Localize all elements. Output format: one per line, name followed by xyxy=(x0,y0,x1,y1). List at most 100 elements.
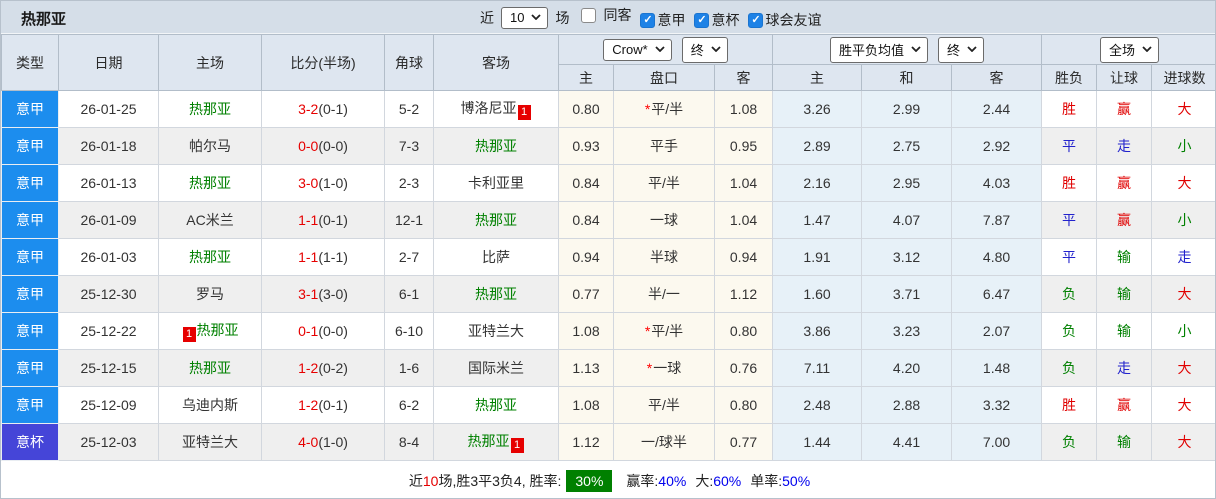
range-select-value: 10 xyxy=(510,10,524,25)
bookmaker-select[interactable]: Crow* xyxy=(603,39,671,61)
result-handicap: 输 xyxy=(1097,239,1152,276)
avg-draw: 3.12 xyxy=(862,239,952,276)
half-time-score: (0-0) xyxy=(318,323,348,339)
match-date: 25-12-09 xyxy=(59,387,159,424)
checked-checkbox-icon[interactable]: ✓ xyxy=(640,13,655,28)
table-row: 意甲 26-01-25 热那亚 3-2(0-1) 5-2 博洛尼亚1 0.80 … xyxy=(2,91,1216,128)
avg-type-select[interactable]: 胜平负均值 xyxy=(830,37,928,63)
result-group-header: 全场 xyxy=(1042,35,1216,65)
type-badge: 意甲 xyxy=(2,387,59,424)
corners: 12-1 xyxy=(385,202,434,239)
range-select[interactable]: 10 xyxy=(501,7,548,29)
handicap: 半球 xyxy=(614,239,715,276)
result-winloss: 胜 xyxy=(1042,387,1097,424)
table-row: 意杯 25-12-03 亚特兰大 4-0(1-0) 8-4 热那亚1 1.12 … xyxy=(2,424,1216,461)
away-team: 热那亚 xyxy=(434,276,559,313)
score-cell: 1-2(0-2) xyxy=(262,350,385,387)
avg-period-select[interactable]: 终 xyxy=(938,37,984,63)
corners: 5-2 xyxy=(385,91,434,128)
odds-period-select-value: 终 xyxy=(691,40,704,59)
score-cell: 0-1(0-0) xyxy=(262,313,385,350)
odds-away: 0.95 xyxy=(715,128,773,165)
team-name: 帕尔马 xyxy=(189,138,231,154)
scope-select[interactable]: 全场 xyxy=(1100,37,1159,63)
corners: 7-3 xyxy=(385,128,434,165)
avg-home: 1.60 xyxy=(773,276,862,313)
away-team: 比萨 xyxy=(434,239,559,276)
red-card-badge: 1 xyxy=(183,327,196,342)
final-score: 0-1 xyxy=(298,323,318,339)
score-cell: 1-1(1-1) xyxy=(262,239,385,276)
chevron-down-icon xyxy=(1142,46,1152,52)
match-date: 26-01-25 xyxy=(59,91,159,128)
filter-checkbox-1[interactable]: 同客 xyxy=(581,5,631,25)
avg-home: 2.48 xyxy=(773,387,862,424)
table-row: 意甲 26-01-13 热那亚 3-0(1-0) 2-3 卡利亚里 0.84 平… xyxy=(2,165,1216,202)
result-goals: 大 xyxy=(1152,424,1216,461)
odds-period-select[interactable]: 终 xyxy=(682,37,728,63)
filter-label: 意杯 xyxy=(711,10,739,30)
chevron-down-icon xyxy=(531,14,541,20)
table-row: 意甲 25-12-09 乌迪内斯 1-2(0-1) 6-2 热那亚 1.08 平… xyxy=(2,387,1216,424)
team-name: 热那亚 xyxy=(189,175,231,191)
odds-home: 0.84 xyxy=(559,165,614,202)
team-name: 比萨 xyxy=(482,249,510,265)
avg-away: 2.07 xyxy=(952,313,1042,350)
filter-label: 意甲 xyxy=(657,10,685,30)
home-team: 热那亚 xyxy=(159,239,262,276)
away-team: 热那亚 xyxy=(434,387,559,424)
type-badge: 意甲 xyxy=(2,165,59,202)
corners: 1-6 xyxy=(385,350,434,387)
away-team: 博洛尼亚1 xyxy=(434,91,559,128)
match-date: 25-12-15 xyxy=(59,350,159,387)
star-icon: * xyxy=(647,360,652,376)
handicap: *平/半 xyxy=(614,313,715,350)
handicap: 一/球半 xyxy=(614,424,715,461)
half-time-score: (1-1) xyxy=(318,249,348,265)
result-winloss: 平 xyxy=(1042,128,1097,165)
odds-away: 0.80 xyxy=(715,387,773,424)
final-score: 4-0 xyxy=(298,434,318,450)
subcol-goals: 进球数 xyxy=(1152,65,1216,91)
half-time-score: (1-0) xyxy=(318,175,348,191)
summary-prefix: 近 xyxy=(409,473,423,489)
home-team: 热那亚 xyxy=(159,165,262,202)
result-winloss: 负 xyxy=(1042,424,1097,461)
match-date: 26-01-09 xyxy=(59,202,159,239)
checked-checkbox-icon[interactable]: ✓ xyxy=(694,13,709,28)
match-rows: 意甲 26-01-25 热那亚 3-2(0-1) 5-2 博洛尼亚1 0.80 … xyxy=(2,91,1216,461)
matches-label: 场 xyxy=(555,8,569,28)
match-history-panel: 热那亚 近 10 场 同客✓意甲✓意杯✓球会友谊 类型 日期 主场 比分(半场) xyxy=(0,0,1216,499)
star-icon: * xyxy=(645,323,650,339)
avg-type-select-value: 胜平负均值 xyxy=(839,40,904,59)
checked-checkbox-icon[interactable]: ✓ xyxy=(748,13,763,28)
filter-checkbox-2[interactable]: ✓意甲 xyxy=(640,10,685,30)
avg-away: 2.44 xyxy=(952,91,1042,128)
filter-label: 同客 xyxy=(603,5,631,25)
match-date: 26-01-03 xyxy=(59,239,159,276)
col-away: 客场 xyxy=(434,35,559,91)
score-cell: 3-2(0-1) xyxy=(262,91,385,128)
type-badge: 意甲 xyxy=(2,239,59,276)
unchecked-checkbox-icon[interactable] xyxy=(581,8,596,23)
result-winloss: 平 xyxy=(1042,239,1097,276)
table-row: 意甲 26-01-09 AC米兰 1-1(0-1) 12-1 热那亚 0.84 … xyxy=(2,202,1216,239)
team-name: 热那亚 xyxy=(197,322,239,338)
table-row: 意甲 25-12-15 热那亚 1-2(0-2) 1-6 国际米兰 1.13 *… xyxy=(2,350,1216,387)
filter-checkbox-3[interactable]: ✓意杯 xyxy=(694,10,739,30)
avg-home: 2.16 xyxy=(773,165,862,202)
result-winloss: 负 xyxy=(1042,350,1097,387)
subcol-avg-draw: 和 xyxy=(862,65,952,91)
filter-checkbox-4[interactable]: ✓球会友谊 xyxy=(748,10,821,30)
filter-bar: 近 10 场 同客✓意甲✓意杯✓球会友谊 xyxy=(480,5,821,30)
result-goals: 大 xyxy=(1152,165,1216,202)
topbar: 热那亚 近 10 场 同客✓意甲✓意杯✓球会友谊 xyxy=(1,1,1215,34)
match-table: 类型 日期 主场 比分(半场) 角球 客场 Crow* 终 xyxy=(1,34,1216,499)
team-name: 热那亚 xyxy=(475,138,517,154)
near-label: 近 xyxy=(480,8,494,28)
final-score: 1-2 xyxy=(298,360,318,376)
result-goals: 大 xyxy=(1152,276,1216,313)
type-badge: 意甲 xyxy=(2,313,59,350)
score-cell: 1-2(0-1) xyxy=(262,387,385,424)
team-name: 乌迪内斯 xyxy=(182,397,238,413)
